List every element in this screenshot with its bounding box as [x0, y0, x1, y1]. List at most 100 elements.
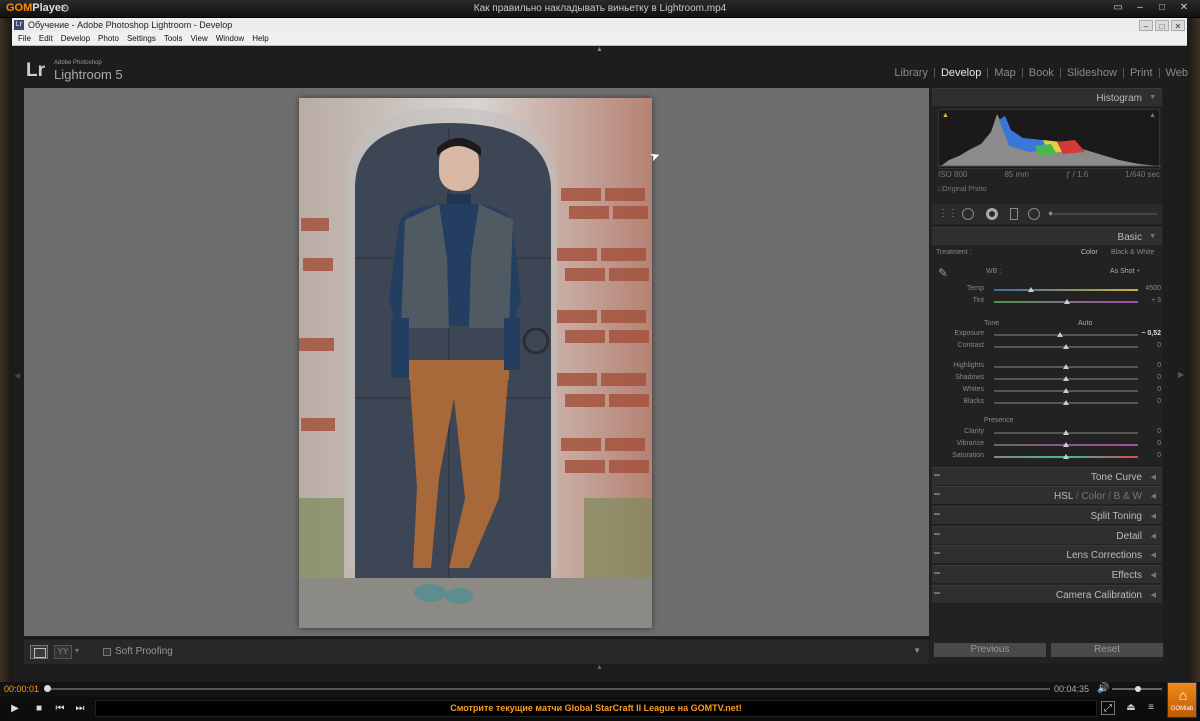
photo-preview[interactable] — [299, 98, 652, 628]
chevron-down-icon[interactable]: ▾ — [75, 646, 79, 655]
tint-slider-handle[interactable] — [1064, 299, 1071, 304]
exposure-value[interactable]: − 0,52 — [1131, 330, 1161, 337]
expand-triangle-icon[interactable]: ◀ — [1151, 571, 1156, 579]
exposure-slider[interactable] — [994, 334, 1138, 336]
expand-triangle-icon[interactable]: ◀ — [1151, 591, 1156, 599]
red-eye-tool-icon[interactable] — [986, 208, 998, 220]
panel-switch-icon[interactable]: ▬ — [934, 570, 940, 576]
expand-triangle-icon[interactable]: ◀ — [1151, 551, 1156, 559]
module-develop[interactable]: Develop — [941, 67, 981, 79]
crop-tool-icon[interactable]: ⋮⋮ — [938, 208, 958, 220]
panel-switch-icon[interactable]: ▬ — [934, 590, 940, 596]
seek-handle[interactable] — [44, 685, 51, 692]
panel-switch-icon[interactable]: ▬ — [934, 472, 940, 478]
original-photo-label[interactable]: Original Photo — [938, 186, 986, 193]
top-panel-collapse-icon[interactable]: ▲ — [596, 46, 603, 53]
panel-switch-icon[interactable]: ▬ — [934, 511, 940, 517]
lens-corrections-header[interactable]: ▬ Lens Corrections ◀ — [932, 545, 1162, 563]
module-book[interactable]: Book — [1029, 67, 1054, 79]
previous-button[interactable]: Previous — [933, 642, 1047, 658]
whites-value[interactable]: 0 — [1131, 386, 1161, 393]
right-panel-collapse-icon[interactable]: ▶ — [1178, 370, 1184, 379]
vibrance-value[interactable]: 0 — [1131, 440, 1161, 447]
player-maximize-button[interactable]: □ — [1152, 1, 1172, 15]
treatment-bw-option[interactable]: Black & White — [1111, 249, 1155, 256]
highlights-value[interactable]: 0 — [1131, 362, 1161, 369]
player-minimize-button[interactable]: – — [1130, 1, 1150, 15]
compare-view-button[interactable]: YY — [54, 645, 72, 659]
seek-bar[interactable] — [46, 688, 1050, 690]
camera-calibration-header[interactable]: ▬ Camera Calibration ◀ — [932, 585, 1162, 603]
blacks-slider-handle[interactable] — [1063, 400, 1069, 405]
bw-tab[interactable]: B & W — [1114, 491, 1142, 502]
volume-handle[interactable] — [1135, 686, 1141, 692]
lr-close-button[interactable]: ✕ — [1171, 19, 1185, 31]
shadows-slider-handle[interactable] — [1063, 376, 1069, 381]
collapse-triangle-icon[interactable]: ▼ — [1149, 233, 1156, 240]
contrast-value[interactable]: 0 — [1131, 342, 1161, 349]
wb-select[interactable]: As Shot ÷ — [1110, 268, 1140, 275]
hsl-tab[interactable]: HSL — [1054, 491, 1073, 502]
menu-tools[interactable]: Tools — [164, 34, 183, 43]
panel-switch-icon[interactable]: ▬ — [934, 491, 940, 497]
hsl-header[interactable]: ▬ HSL / Color / B & W ◀ — [932, 486, 1162, 504]
menu-window[interactable]: Window — [216, 34, 244, 43]
contrast-slider-handle[interactable] — [1063, 344, 1069, 349]
color-tab[interactable]: Color — [1081, 491, 1105, 502]
panel-switch-icon[interactable]: ▬ — [934, 550, 940, 556]
highlights-slider-handle[interactable] — [1063, 364, 1069, 369]
stop-icon[interactable]: ■ — [30, 701, 48, 717]
wb-eyedropper-icon[interactable]: ✎ — [938, 266, 948, 280]
auto-button[interactable]: Auto — [1078, 320, 1092, 327]
module-print[interactable]: Print — [1130, 67, 1153, 79]
menu-icon[interactable]: ≡ — [1144, 701, 1158, 715]
temp-value[interactable]: 4500 — [1131, 285, 1161, 292]
loupe-view-button[interactable] — [30, 645, 48, 659]
treatment-color-option[interactable]: Color — [1081, 249, 1098, 256]
collapse-triangle-icon[interactable]: ▼ — [1149, 94, 1156, 101]
spot-removal-tool-icon[interactable] — [962, 208, 974, 220]
whites-slider-handle[interactable] — [1063, 388, 1069, 393]
play-icon[interactable]: ▶ — [6, 701, 24, 717]
lr-maximize-button[interactable]: □ — [1155, 19, 1169, 31]
basic-header[interactable]: Basic ▼ — [932, 227, 1162, 245]
expand-triangle-icon[interactable]: ◀ — [1151, 532, 1156, 540]
tool-slider[interactable] — [1052, 213, 1157, 215]
exposure-slider-handle[interactable] — [1057, 332, 1064, 337]
split-toning-header[interactable]: ▬ Split Toning ◀ — [932, 506, 1162, 524]
histogram-header[interactable]: Histogram ▼ — [932, 88, 1162, 106]
toolbar-menu-icon[interactable]: ▼ — [913, 646, 921, 655]
promo-ticker[interactable]: Смотрите текущие матчи Global StarCraft … — [95, 700, 1097, 717]
tint-value[interactable]: + 3 — [1131, 297, 1161, 304]
saturation-slider-handle[interactable] — [1063, 454, 1069, 459]
expand-triangle-icon[interactable]: ◀ — [1151, 473, 1156, 481]
filmstrip-collapse-icon[interactable]: ▲ — [596, 664, 603, 671]
shadow-clipping-icon[interactable]: ▲ — [942, 112, 949, 119]
highlight-clipping-icon[interactable]: ▲ — [1149, 112, 1156, 119]
menu-file[interactable]: File — [18, 34, 31, 43]
photo-canvas[interactable]: ◀ — [14, 88, 929, 636]
menu-help[interactable]: Help — [252, 34, 268, 43]
effects-header[interactable]: ▬ Effects ◀ — [932, 565, 1162, 583]
panel-switch-icon[interactable]: ▬ — [934, 531, 940, 537]
clarity-slider-handle[interactable] — [1063, 430, 1069, 435]
reset-button[interactable]: Reset — [1050, 642, 1164, 658]
menu-view[interactable]: View — [191, 34, 208, 43]
temp-slider-handle[interactable] — [1028, 287, 1035, 292]
previous-track-icon[interactable]: ⏮ — [51, 701, 69, 717]
blacks-value[interactable]: 0 — [1131, 398, 1161, 405]
shadows-value[interactable]: 0 — [1131, 374, 1161, 381]
module-library[interactable]: Library — [894, 67, 928, 79]
menu-edit[interactable]: Edit — [39, 34, 53, 43]
expand-triangle-icon[interactable]: ◀ — [1151, 492, 1156, 500]
clarity-value[interactable]: 0 — [1131, 428, 1161, 435]
gomlab-button[interactable]: ⌂ GOMlab — [1167, 682, 1197, 718]
saturation-value[interactable]: 0 — [1131, 452, 1161, 459]
graduated-filter-icon[interactable] — [1010, 208, 1018, 220]
player-close-button[interactable]: ✕ — [1174, 1, 1194, 15]
soft-proofing-checkbox[interactable] — [103, 648, 111, 656]
menu-settings[interactable]: Settings — [127, 34, 156, 43]
next-track-icon[interactable]: ⏭ — [71, 701, 89, 717]
menu-develop[interactable]: Develop — [61, 34, 90, 43]
temp-slider[interactable] — [994, 289, 1138, 291]
